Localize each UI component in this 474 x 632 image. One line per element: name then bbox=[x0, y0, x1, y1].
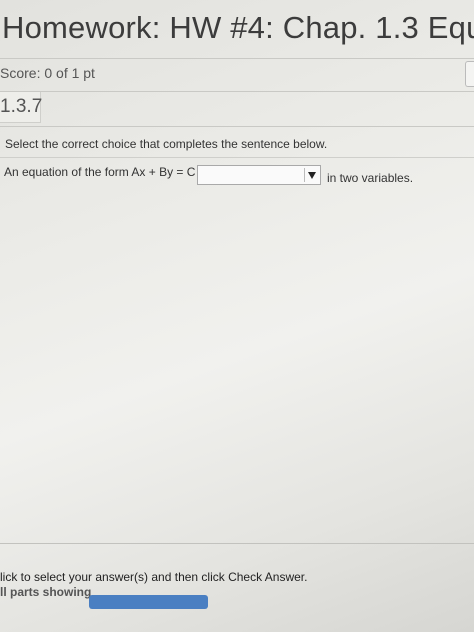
chevron-down-icon[interactable] bbox=[304, 168, 318, 182]
assignment-title: Homework: HW #4: Chap. 1.3 Equati bbox=[2, 10, 474, 45]
question-suffix: in two variables. bbox=[327, 171, 414, 185]
parts-progress-bar bbox=[89, 595, 208, 609]
footer-instruction: lick to select your answer(s) and then c… bbox=[0, 570, 308, 584]
footer-divider bbox=[0, 543, 474, 544]
question-prompt: An equation of the form Ax + By = C is bbox=[4, 165, 208, 179]
parts-showing-label: ll parts showing bbox=[0, 585, 92, 599]
question-number: 1.3.7 bbox=[0, 96, 43, 117]
score-side-button[interactable] bbox=[465, 61, 474, 87]
question-number-bar: 1.3.7 bbox=[0, 92, 474, 127]
score-bar: Score: 0 of 1 pt bbox=[0, 59, 474, 92]
divider bbox=[0, 157, 474, 158]
answer-dropdown[interactable] bbox=[197, 165, 321, 185]
assignment-header: Homework: HW #4: Chap. 1.3 Equati bbox=[0, 0, 474, 59]
score-text: Score: 0 of 1 pt bbox=[0, 65, 95, 81]
question-instruction: Select the correct choice that completes… bbox=[5, 137, 328, 151]
